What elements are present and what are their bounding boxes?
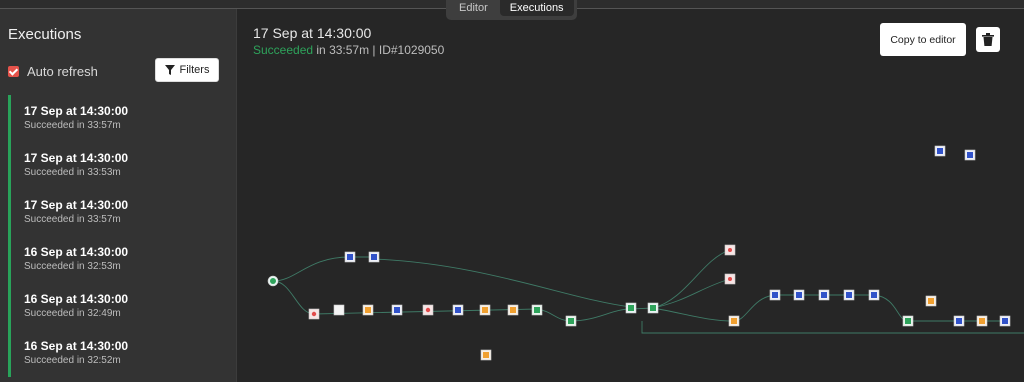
list-item[interactable]: 17 Sep at 14:30:00 Succeeded in 33:57m <box>8 189 236 236</box>
execution-summary: Succeeded in 33:57m | ID#1029050 <box>253 43 444 57</box>
workflow-graph <box>267 145 1024 361</box>
execution-list: 17 Sep at 14:30:00 Succeeded in 33:57m 1… <box>8 95 236 377</box>
execution-title: 17 Sep at 14:30:00 <box>253 25 372 41</box>
filter-icon <box>164 65 175 75</box>
execution-date: 17 Sep at 14:30:00 <box>24 198 129 212</box>
auto-refresh-label: Auto refresh <box>27 64 98 79</box>
execution-date: 16 Sep at 14:30:00 <box>24 339 129 353</box>
list-item[interactable]: 17 Sep at 14:30:00 Succeeded in 33:57m <box>8 95 236 142</box>
node-icons <box>347 148 1008 324</box>
node-icons-green <box>270 278 911 324</box>
execution-status: Succeeded in 33:57m <box>24 214 121 225</box>
execution-status-text: Succeeded <box>253 43 314 57</box>
delete-button[interactable] <box>976 27 1000 52</box>
list-item[interactable]: 16 Sep at 14:30:00 Succeeded in 32:52m <box>8 330 236 377</box>
execution-date: 16 Sep at 14:30:00 <box>24 292 129 306</box>
trash-icon <box>982 33 994 46</box>
list-item[interactable]: 16 Sep at 14:30:00 Succeeded in 32:53m <box>8 236 236 283</box>
auto-refresh[interactable]: Auto refresh <box>8 64 98 79</box>
filters-label: Filters <box>179 64 210 76</box>
workflow-canvas[interactable] <box>237 9 1024 382</box>
workflow-nodes <box>267 145 1011 361</box>
list-item[interactable]: 16 Sep at 14:30:00 Succeeded in 32:49m <box>8 283 236 330</box>
execution-status: Succeeded in 33:57m <box>24 120 121 131</box>
execution-status: Succeeded in 33:53m <box>24 167 121 178</box>
execution-status: Succeeded in 32:52m <box>24 355 121 366</box>
execution-duration: in 33:57m | ID#1029050 <box>316 43 445 57</box>
execution-date: 17 Sep at 14:30:00 <box>24 104 129 118</box>
list-item[interactable]: 17 Sep at 14:30:00 Succeeded in 33:53m <box>8 142 236 189</box>
auto-refresh-checkbox[interactable] <box>8 66 19 77</box>
sidebar-title: Executions <box>8 26 82 43</box>
filters-button[interactable]: Filters <box>155 58 219 82</box>
copy-to-editor-button[interactable]: Copy to editor <box>880 23 966 56</box>
execution-status: Succeeded in 32:53m <box>24 261 121 272</box>
execution-date: 16 Sep at 14:30:00 <box>24 245 129 259</box>
execution-date: 17 Sep at 14:30:00 <box>24 151 129 165</box>
executions-sidebar: Executions Auto refresh Filters 17 Sep a… <box>0 9 237 382</box>
execution-preview: 17 Sep at 14:30:00 Succeeded in 33:57m |… <box>237 9 1024 382</box>
execution-status: Succeeded in 32:49m <box>24 308 121 319</box>
